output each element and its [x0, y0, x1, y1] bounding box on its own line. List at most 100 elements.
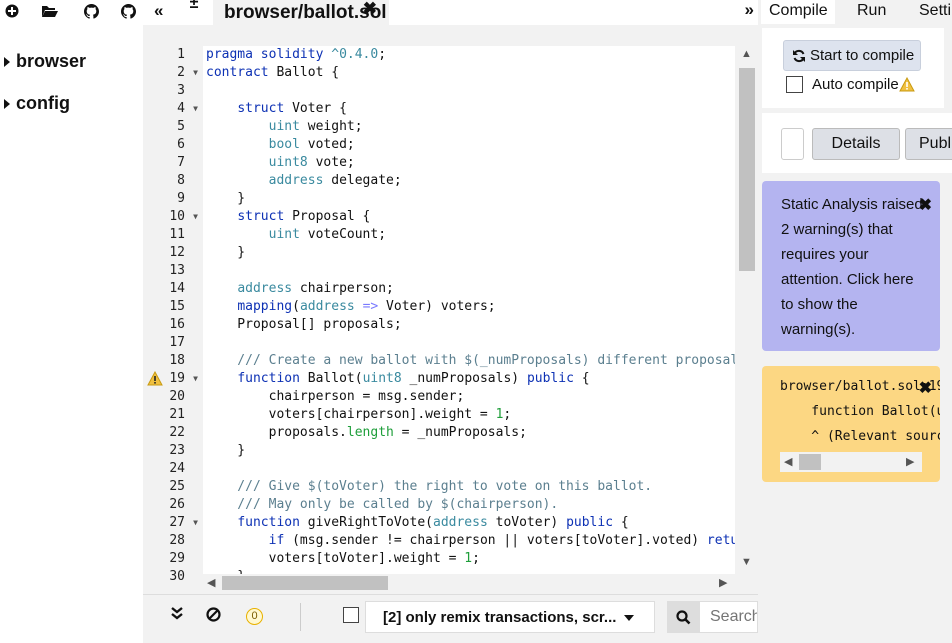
file-explorer-toolbar: [0, 0, 143, 24]
code-line: proposals.length = _numProposals;: [206, 425, 527, 440]
editor-tab-bar: « ± browser/ballot.sol ✖ »: [143, 0, 758, 25]
line-number-text: 23: [169, 443, 185, 458]
line-number-text: 25: [169, 479, 185, 494]
start-compile-button[interactable]: Start to compile: [783, 40, 921, 71]
code-line: /// May only be called by $(chairperson)…: [206, 497, 559, 512]
line-number: 6: [143, 136, 203, 154]
scrollbar-thumb[interactable]: [222, 576, 388, 590]
line-number-text: 16: [169, 317, 185, 332]
listen-network-checkbox[interactable]: [343, 607, 359, 623]
line-number-text: 8: [177, 173, 185, 188]
static-analysis-message: Static Analysis raised 2 warning(s) that…: [781, 196, 923, 338]
scrollbar-thumb[interactable]: [799, 454, 821, 470]
vertical-scrollbar[interactable]: ▲ ▼: [735, 46, 758, 574]
transaction-filter-select[interactable]: [2] only remix transactions, scr...: [365, 601, 655, 633]
fold-toggle-icon[interactable]: ▼: [193, 64, 198, 82]
warning-icon: [899, 77, 915, 92]
button-label: Start to compile: [810, 47, 915, 64]
search-button[interactable]: [667, 601, 699, 633]
scroll-right-arrow-icon[interactable]: ▶: [719, 576, 727, 589]
static-analysis-notice[interactable]: Static Analysis raised 2 warning(s) that…: [762, 181, 940, 351]
fold-toggle-icon[interactable]: ▼: [193, 370, 198, 388]
code-text-area[interactable]: pragma solidity ^0.4.0; contract Ballot {…: [203, 46, 735, 574]
line-number: 29: [143, 550, 203, 568]
fold-toggle-icon[interactable]: ▼: [193, 514, 198, 532]
publish-button[interactable]: Publish: [905, 128, 952, 160]
code-line: address chairperson;: [237, 281, 394, 296]
code-line: function Ballot(uint8 _numProposals) pub…: [237, 371, 590, 386]
close-icon[interactable]: ✖: [919, 378, 932, 398]
horizontal-scrollbar[interactable]: ◀ ▶: [780, 452, 922, 472]
line-number: 1: [143, 46, 203, 64]
line-number: 26: [143, 496, 203, 514]
filter-label: [2] only remix transactions, scr...: [383, 608, 617, 626]
caret-right-icon: [4, 98, 10, 109]
line-number: 15: [143, 298, 203, 316]
horizontal-scrollbar[interactable]: ◀ ▶: [203, 574, 735, 592]
scroll-left-arrow-icon[interactable]: ◀: [784, 455, 792, 468]
fold-toggle-icon[interactable]: ▼: [193, 100, 198, 118]
line-number-text: 30: [169, 569, 185, 584]
warning-line: function Ballot(uint8 _numProposals): [811, 404, 940, 419]
line-number: 13: [143, 262, 203, 280]
scroll-right-arrow-icon[interactable]: ▶: [906, 455, 914, 468]
scrollbar-thumb[interactable]: [739, 68, 755, 271]
line-number: 19 ▼: [143, 370, 203, 388]
line-number: 7: [143, 154, 203, 172]
tab-compile[interactable]: Compile: [761, 0, 835, 24]
line-number-gutter: 1 2 ▼ 3 4 ▼ 5 6 7 8 9 10 ▼ 11 12 13 14 15 16 17 18 19 ▼ 20 21 22 2…: [143, 46, 203, 601]
scroll-down-arrow-icon[interactable]: ▼: [741, 556, 752, 568]
code-editor: 1 2 ▼ 3 4 ▼ 5 6 7 8 9 10 ▼ 11 12 13 14 15 16 17 18 19 ▼ 20 21 22 2…: [143, 25, 758, 594]
divider: [300, 603, 301, 631]
double-chevron-left-icon[interactable]: «: [154, 1, 163, 21]
plus-icon[interactable]: [1, 1, 23, 21]
tab-settings[interactable]: Settings: [919, 2, 952, 20]
github-icon[interactable]: [117, 1, 139, 21]
scroll-up-arrow-icon[interactable]: ▲: [741, 48, 752, 60]
details-button[interactable]: Details: [812, 128, 900, 160]
tree-item-browser[interactable]: browser: [4, 51, 86, 72]
line-number-text: 10: [169, 209, 185, 224]
pending-tx-badge[interactable]: 0: [246, 608, 263, 625]
line-number-text: 2: [177, 65, 185, 80]
plus-minus-icon[interactable]: ±: [187, 0, 201, 12]
line-number: 3: [143, 82, 203, 100]
double-chevron-down-icon[interactable]: [171, 606, 183, 624]
line-number: 28: [143, 532, 203, 550]
line-number-text: 29: [169, 551, 185, 566]
line-number: 30: [143, 568, 203, 586]
contract-select[interactable]: [781, 128, 804, 160]
tree-item-label: config: [16, 93, 70, 113]
line-number-text: 11: [169, 227, 185, 242]
line-number-text: 24: [169, 461, 185, 476]
auto-compile-label: Auto compile: [812, 76, 899, 93]
line-number-text: 21: [169, 407, 185, 422]
fold-toggle-icon[interactable]: ▼: [193, 208, 198, 226]
line-number: 23: [143, 442, 203, 460]
right-panel-tabs: Compile Run Settings: [758, 0, 952, 24]
line-number: 11: [143, 226, 203, 244]
tab-run[interactable]: Run: [857, 2, 886, 20]
code-line: if (msg.sender != chairperson || voters[…: [268, 533, 735, 548]
file-explorer-panel: browser config: [0, 0, 143, 643]
double-chevron-right-icon[interactable]: »: [745, 0, 754, 20]
line-number-text: 14: [169, 281, 185, 296]
code-line: struct Voter {: [237, 101, 347, 116]
search-input[interactable]: [699, 601, 758, 633]
line-number: 2 ▼: [143, 64, 203, 82]
auto-compile-checkbox[interactable]: [786, 76, 803, 93]
line-number-text: 22: [169, 425, 185, 440]
tab-ballot-sol[interactable]: browser/ballot.sol ✖: [213, 0, 389, 25]
scroll-left-arrow-icon[interactable]: ◀: [207, 576, 215, 589]
line-number: 20: [143, 388, 203, 406]
clear-console-icon[interactable]: [206, 607, 221, 626]
line-number-text: 18: [169, 353, 185, 368]
line-number: 14: [143, 280, 203, 298]
close-icon[interactable]: ✖: [363, 0, 377, 19]
close-icon[interactable]: ✖: [919, 193, 932, 218]
folder-open-icon[interactable]: [39, 1, 61, 21]
github-icon[interactable]: [80, 1, 102, 21]
tree-item-config[interactable]: config: [4, 93, 70, 114]
warning-icon[interactable]: [147, 371, 163, 386]
warning-line: ^ (Relevant source part starts here: [811, 429, 940, 444]
